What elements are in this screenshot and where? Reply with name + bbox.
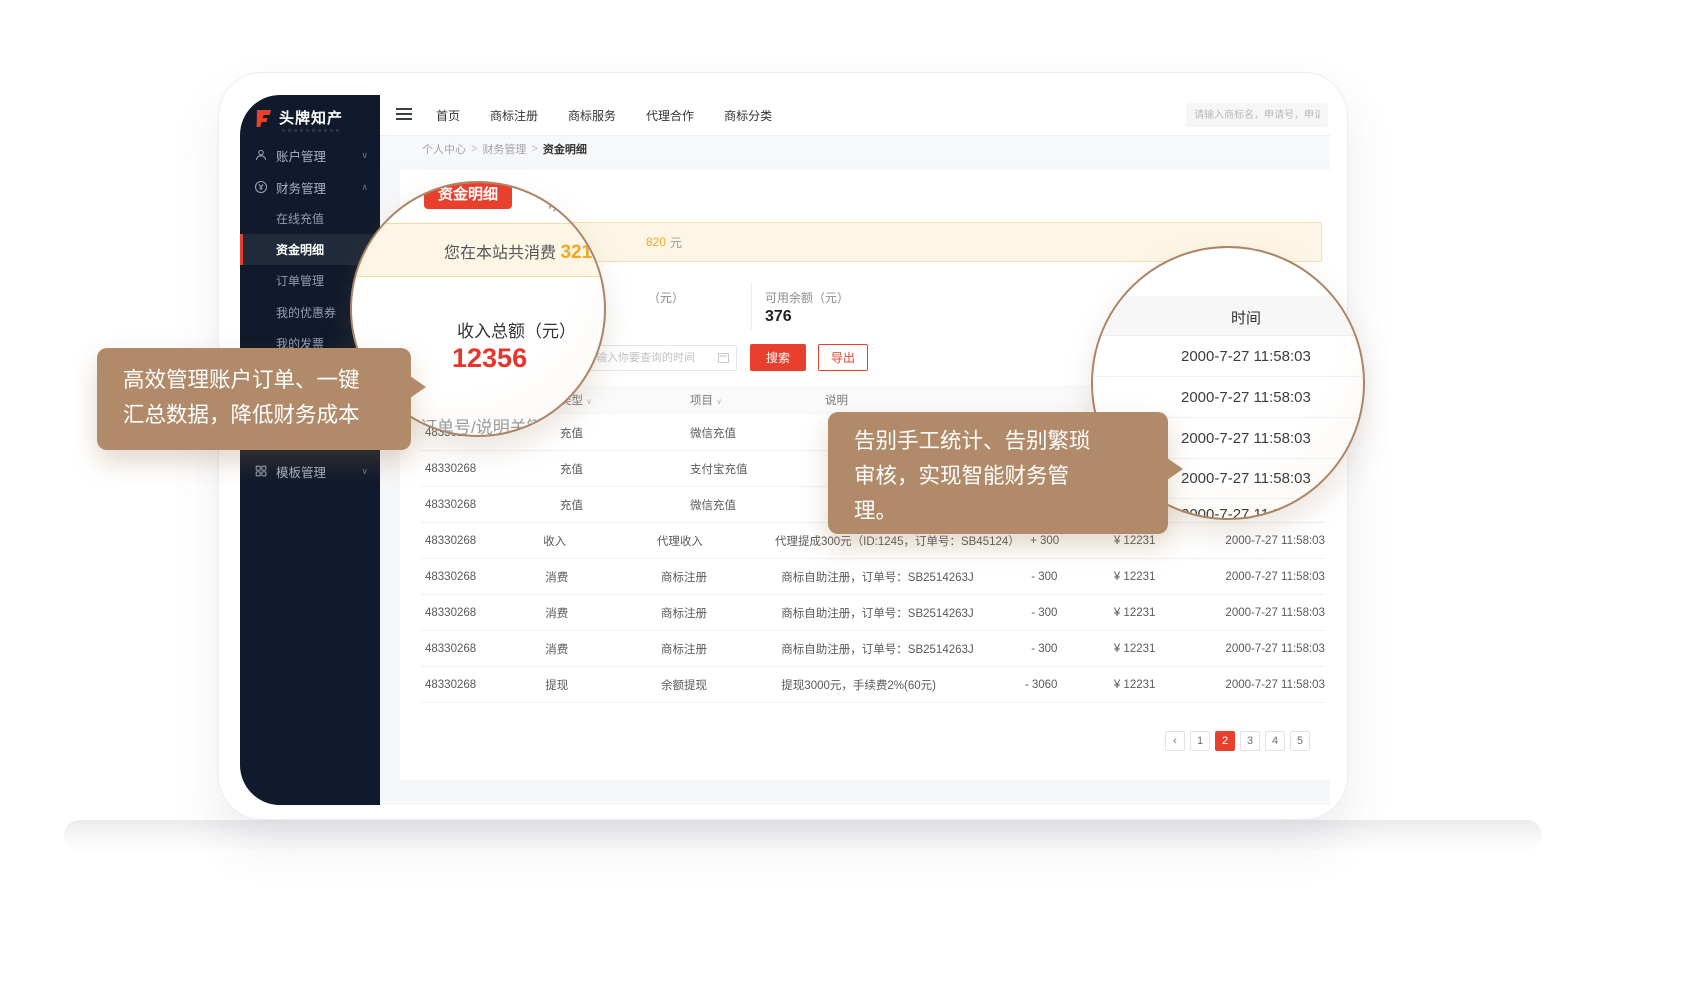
breadcrumb-finance[interactable]: 财务管理 (482, 141, 526, 157)
stat-partial-label: （元） (648, 289, 684, 306)
nav-item-trademark-register[interactable]: 商标注册 (490, 107, 538, 124)
col-type[interactable]: 类型∨ (560, 392, 690, 408)
brand-logo-icon (254, 108, 274, 128)
export-button[interactable]: 导出 (818, 344, 868, 371)
laptop-base (64, 820, 1542, 850)
top-nav: 首页 商标注册 商标服务 代理合作 商标分类 (436, 95, 802, 135)
calendar-icon[interactable] (718, 353, 729, 363)
sidebar-item-account[interactable]: 账户管理 ∨ (240, 140, 380, 170)
page: 头牌知产 账户管理 ∨ 财务管理 ∧ 在线充值 资金明细 (0, 0, 1696, 1002)
lens-banner-text: 您在本站共消费 32124 (444, 239, 606, 264)
stat-divider (751, 282, 752, 330)
callout-left-line: 高效管理账户订单、一键 (123, 363, 411, 398)
user-icon (254, 148, 268, 162)
callout-right-line: 理。 (854, 494, 1168, 529)
lens-income-value: 12356 (452, 343, 527, 374)
sort-caret-icon: ∨ (716, 397, 722, 406)
lens-tab-partial: 明细 (548, 191, 580, 215)
finance-icon (254, 180, 268, 194)
breadcrumb: 个人中心 > 财务管理 > 资金明细 (380, 135, 1330, 162)
breadcrumb-current: 资金明细 (543, 141, 587, 157)
callout-right: 告别手工统计、告别繁琐 审核，实现智能财务管 理。 (828, 412, 1168, 534)
sidebar-item-label: 模板管理 (276, 462, 326, 481)
banner-unit: 元 (670, 234, 682, 251)
table-row: 48330268提现余额提现提现3000元，手续费2%(60元)- 3060¥ … (420, 667, 1325, 703)
chevron-up-icon: ∧ (361, 182, 368, 193)
col-desc: 说明 (825, 392, 1090, 408)
lens-income-label: 收入总额（元） (457, 317, 576, 342)
lens-time-cell: 2000-7-27 11:58:03 (1181, 389, 1311, 406)
breadcrumb-personal-center[interactable]: 个人中心 (422, 141, 466, 157)
pagination-page-4[interactable]: 4 (1265, 731, 1285, 751)
pagination-page-5[interactable]: 5 (1290, 731, 1310, 751)
sort-caret-icon: ∨ (586, 397, 592, 406)
nav-item-trademark-service[interactable]: 商标服务 (568, 107, 616, 124)
pagination-page-3[interactable]: 3 (1240, 731, 1260, 751)
lens-time-cell: 2000-7-27 11:58:03 (1181, 506, 1311, 520)
pagination: ‹ 1 2 3 4 5 (1165, 731, 1310, 751)
sidebar-item-label: 账户管理 (276, 146, 326, 165)
breadcrumb-separator: > (471, 143, 477, 155)
sidebar-item-finance[interactable]: 财务管理 ∧ (240, 172, 380, 202)
callout-arrow-right-icon (1167, 458, 1183, 480)
brand-tagline (282, 129, 340, 132)
available-balance-value: 376 (765, 308, 792, 326)
callout-left-line: 汇总数据，降低财务成本 (123, 398, 411, 433)
lens-time-cell: 2000-7-27 11:58:03 (1181, 470, 1311, 487)
lens-table-header-partial: 订单号/说明关键 (420, 413, 544, 437)
global-search-input[interactable] (1186, 103, 1328, 127)
callout-right-line: 告别手工统计、告别繁琐 (854, 424, 1168, 459)
callout-left: 高效管理账户订单、一键 汇总数据，降低财务成本 (97, 348, 411, 450)
breadcrumb-separator: > (531, 143, 537, 155)
sidebar-item-label: 财务管理 (276, 178, 326, 197)
table-row: 48330268消费商标注册商标自助注册，订单号：SB2514263J- 300… (420, 631, 1325, 667)
col-item[interactable]: 项目∨ (690, 392, 825, 408)
callout-right-line: 审核，实现智能财务管 (854, 459, 1168, 494)
chevron-down-icon: ∨ (361, 466, 368, 477)
table-row: 48330268消费商标注册商标自助注册，订单号：SB2514263J- 300… (420, 559, 1325, 595)
lens-time-cell: 2000-7-27 11:58:03 (1181, 348, 1311, 365)
chevron-down-icon: ∨ (361, 150, 368, 161)
search-button[interactable]: 搜索 (750, 344, 806, 371)
callout-arrow-right-icon (410, 376, 426, 398)
pagination-prev[interactable]: ‹ (1165, 731, 1185, 751)
date-query-input[interactable] (585, 345, 737, 371)
lens-time-header: 时间 (1231, 307, 1261, 328)
banner-amount: 820 (646, 235, 666, 249)
lens-banner-amount: 32124 (560, 242, 606, 263)
nav-item-home[interactable]: 首页 (436, 107, 460, 124)
top-bar: 首页 商标注册 商标服务 代理合作 商标分类 (380, 95, 1330, 135)
nav-item-agent-coop[interactable]: 代理合作 (646, 107, 694, 124)
pagination-page-2[interactable]: 2 (1215, 731, 1235, 751)
template-icon (254, 464, 268, 478)
pagination-page-1[interactable]: 1 (1190, 731, 1210, 751)
sidebar-item-template[interactable]: 模板管理 ∨ (240, 456, 380, 486)
lens-time-cell: 2000-7-27 11:58:03 (1181, 430, 1311, 447)
brand-logo[interactable]: 头牌知产 (254, 107, 343, 128)
table-row: 48330268消费商标注册商标自助注册，订单号：SB2514263J- 300… (420, 595, 1325, 631)
lens-time-header-strip: 时间 (1093, 296, 1365, 336)
lens-active-tab: 资金明细 (424, 181, 512, 209)
nav-item-trademark-category[interactable]: 商标分类 (724, 107, 772, 124)
available-balance-label: 可用余额（元） (765, 289, 849, 306)
hamburger-menu-icon[interactable] (396, 108, 412, 120)
brand-name: 头牌知产 (279, 107, 343, 128)
sidebar: 头牌知产 账户管理 ∨ 财务管理 ∧ 在线充值 资金明细 (240, 95, 380, 805)
lens-row-divider (1093, 376, 1365, 377)
